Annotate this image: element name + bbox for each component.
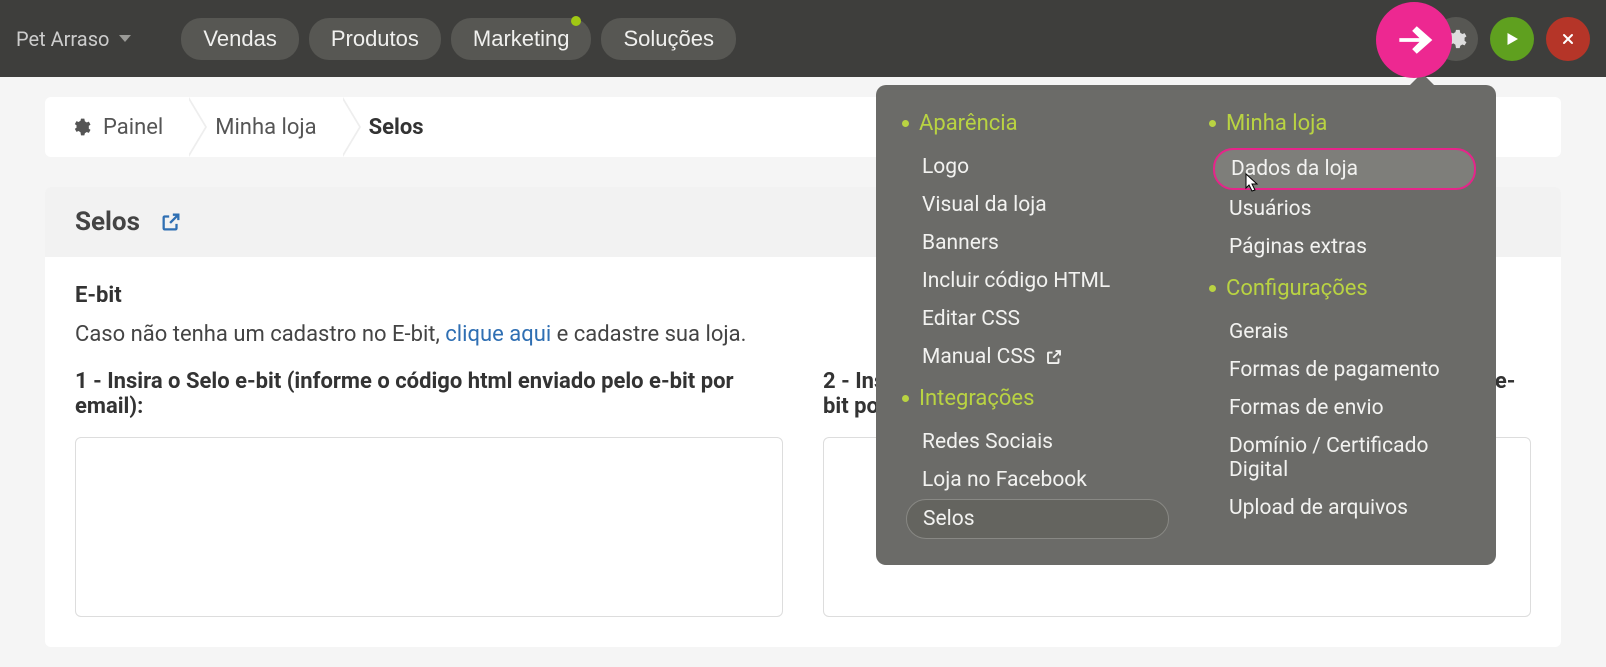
breadcrumb-label: Minha loja: [215, 115, 316, 140]
close-icon: [1560, 31, 1576, 47]
menu-item-envio[interactable]: Formas de envio: [1213, 389, 1476, 427]
menu-item-upload[interactable]: Upload de arquivos: [1213, 489, 1476, 527]
nav-produtos[interactable]: Produtos: [309, 18, 441, 60]
settings-dropdown: Aparência Logo Visual da loja Banners In…: [876, 85, 1496, 565]
caret-down-icon: [119, 35, 131, 42]
store-selector[interactable]: Pet Arraso: [16, 27, 131, 51]
menu-col-left: Aparência Logo Visual da loja Banners In…: [902, 111, 1169, 539]
menu-heading-label: Configurações: [1226, 276, 1368, 301]
menu-heading-label: Aparência: [919, 111, 1018, 136]
menu-item-logo[interactable]: Logo: [906, 148, 1169, 186]
menu-heading-label: Minha loja: [1226, 111, 1327, 136]
menu-item-gerais[interactable]: Gerais: [1213, 313, 1476, 351]
menu-item-incluir-html[interactable]: Incluir código HTML: [906, 262, 1169, 300]
menu-heading-label: Integrações: [919, 386, 1034, 411]
gear-icon: [71, 117, 91, 137]
menu-heading-integracoes: Integrações: [902, 386, 1169, 411]
breadcrumb-label: Painel: [103, 115, 163, 140]
play-button[interactable]: [1490, 17, 1534, 61]
bullet-icon: [902, 395, 909, 402]
menu-item-editar-css[interactable]: Editar CSS: [906, 300, 1169, 338]
field1-label: 1 - Insira o Selo e-bit (informe o códig…: [75, 369, 783, 419]
menu-item-paginas[interactable]: Páginas extras: [1213, 228, 1476, 266]
notification-dot-icon: [571, 16, 581, 26]
menu-heading-minha-loja: Minha loja: [1209, 111, 1476, 136]
bullet-icon: [902, 120, 909, 127]
menu-heading-aparencia: Aparência: [902, 111, 1169, 136]
field-col-1: 1 - Insira o Selo e-bit (informe o códig…: [75, 369, 783, 621]
breadcrumb-label: Selos: [369, 115, 424, 140]
breadcrumb-painel[interactable]: Painel: [45, 97, 189, 157]
topbar-actions: [1434, 17, 1590, 61]
menu-item-fb[interactable]: Loja no Facebook: [906, 461, 1169, 499]
cursor-icon: [1245, 173, 1261, 193]
menu-item-usuarios[interactable]: Usuários: [1213, 190, 1476, 228]
clique-aqui-link[interactable]: clique aqui: [445, 322, 551, 347]
nav-vendas[interactable]: Vendas: [181, 18, 298, 60]
close-button[interactable]: [1546, 17, 1590, 61]
arrow-annotation: [1376, 2, 1452, 78]
bullet-icon: [1209, 120, 1216, 127]
menu-item-manual-css[interactable]: Manual CSS: [906, 338, 1169, 376]
menu-heading-config: Configurações: [1209, 276, 1476, 301]
menu-item-selos[interactable]: Selos: [906, 499, 1169, 539]
menu-item-visual[interactable]: Visual da loja: [906, 186, 1169, 224]
menu-item-label: Manual CSS: [922, 345, 1035, 369]
field1-textarea[interactable]: [75, 437, 783, 617]
bullet-icon: [1209, 285, 1216, 292]
store-name-label: Pet Arraso: [16, 27, 109, 51]
nav-marketing[interactable]: Marketing: [451, 18, 592, 60]
external-link-icon: [1045, 348, 1063, 366]
play-icon: [1503, 30, 1521, 48]
menu-item-banners[interactable]: Banners: [906, 224, 1169, 262]
page-title: Selos: [75, 207, 140, 237]
arrow-right-icon: [1392, 18, 1436, 62]
nav-solucoes[interactable]: Soluções: [601, 18, 736, 60]
desc-post: e cadastre sua loja.: [551, 322, 746, 347]
nav-marketing-label: Marketing: [473, 26, 570, 51]
desc-pre: Caso não tenha um cadastro no E-bit,: [75, 322, 445, 347]
menu-item-pagamento[interactable]: Formas de pagamento: [1213, 351, 1476, 389]
breadcrumb-minha-loja[interactable]: Minha loja: [189, 97, 342, 157]
menu-item-redes[interactable]: Redes Sociais: [906, 423, 1169, 461]
external-link-icon[interactable]: [160, 211, 182, 233]
topbar: Pet Arraso Vendas Produtos Marketing Sol…: [0, 0, 1606, 77]
menu-item-dominio[interactable]: Domínio / Certificado Digital: [1213, 427, 1476, 489]
